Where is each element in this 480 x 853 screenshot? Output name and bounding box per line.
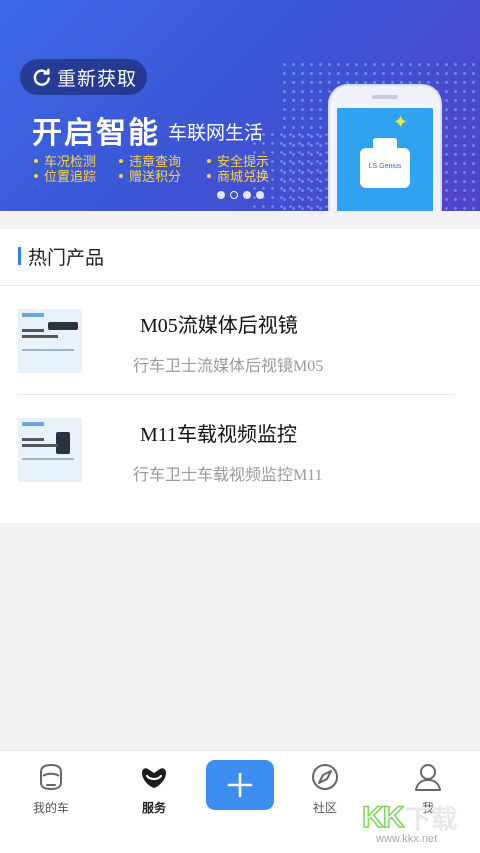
pager-dot[interactable] <box>243 191 251 199</box>
banner-subtitle: 车联网生活 <box>168 123 264 144</box>
section-header: 热门产品 <box>0 229 480 286</box>
product-thumbnail <box>18 418 82 482</box>
person-icon <box>415 764 441 791</box>
refresh-label: 重新获取 <box>57 68 138 90</box>
product-item[interactable]: M11车载视频监控 行车卫士车载视频监控M11 <box>0 395 480 503</box>
tab-label: 社区 <box>312 801 337 815</box>
tab-label: 我的车 <box>32 801 69 815</box>
product-name: M05流媒体后视镜 <box>140 315 298 337</box>
car-face-icon <box>40 763 62 791</box>
plus-icon <box>227 772 253 798</box>
watermark-logo: KK <box>361 800 405 835</box>
add-button[interactable] <box>206 760 274 810</box>
obd-device-illustration: LS Genius <box>360 138 410 188</box>
pager-dot[interactable] <box>256 191 264 199</box>
feature-item: 商城兑换 <box>207 166 269 185</box>
section-title: 热门产品 <box>28 248 105 269</box>
service-icon <box>142 768 166 788</box>
refresh-button[interactable]: 重新获取 <box>20 59 147 95</box>
device-label: LS Genius <box>368 163 402 170</box>
product-name: M11车载视频监控 <box>140 424 298 446</box>
tab-service[interactable]: 服务 <box>118 761 190 816</box>
pager-dot[interactable] <box>217 191 225 199</box>
pager-dot-active[interactable] <box>230 191 238 199</box>
tab-community[interactable]: 社区 <box>289 761 361 816</box>
product-item[interactable]: M05流媒体后视镜 行车卫士流媒体后视镜M05 <box>0 286 480 394</box>
banner-pagination[interactable] <box>217 191 269 199</box>
section-accent-bar <box>18 247 21 265</box>
product-desc: 行车卫士流媒体后视镜M05 <box>133 358 324 375</box>
product-desc: 行车卫士车载视频监控M11 <box>133 467 323 484</box>
watermark-suffix: 下载 <box>405 804 458 834</box>
product-thumbnail <box>18 309 82 373</box>
banner-headline: 开启智能 <box>32 117 160 150</box>
watermark: KK 下载 www.kkx.net <box>361 799 458 845</box>
phone-illustration: LS Genius <box>330 86 440 211</box>
hot-products-section: 热门产品 M05流媒体后视镜 行车卫士流媒体后视镜M05 M11车载视频监控 行… <box>0 229 480 523</box>
feature-item: 赠送积分 <box>119 166 181 185</box>
tab-my-car[interactable]: 我的车 <box>15 761 87 816</box>
bottom-tab-bar: 我的车 服务 社区 我 KK 下载 www.kkx.net <box>0 750 480 853</box>
watermark-url: www.kkx.net <box>376 833 438 845</box>
refresh-icon <box>33 68 50 86</box>
feature-item: 位置追踪 <box>34 166 96 185</box>
tab-label: 服务 <box>141 801 166 815</box>
compass-icon <box>312 764 338 790</box>
sparkle-icon: ✦ <box>393 112 409 132</box>
promo-banner[interactable]: 重新获取 开启智能 车联网生活 车况检测 违章查询 安全提示 位置追踪 赠送积分… <box>0 0 480 211</box>
